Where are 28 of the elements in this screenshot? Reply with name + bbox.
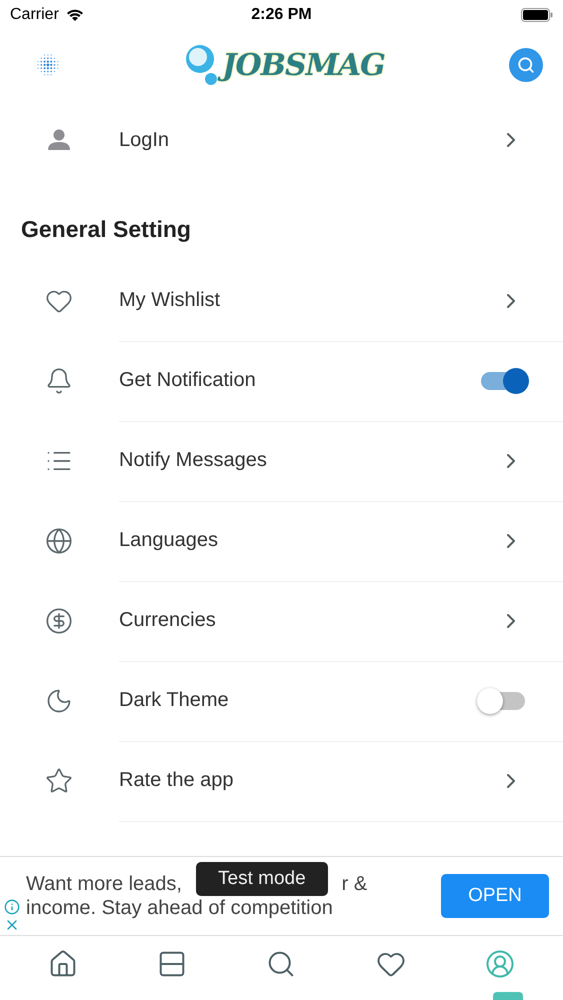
battery-icon [521, 8, 553, 22]
toast-message: Test mode [196, 862, 328, 896]
star-icon [44, 767, 72, 795]
setting-label[interactable]: Dark Theme [119, 689, 229, 712]
setting-label[interactable]: Currencies [119, 609, 216, 632]
moon-icon [44, 687, 72, 715]
ad-text: r & [342, 872, 368, 896]
ad-text: income. Stay ahead of competition [26, 896, 334, 920]
section-title: General Setting [20, 215, 192, 244]
setting-label[interactable]: Languages [119, 529, 218, 552]
search-icon [516, 56, 535, 74]
setting-label[interactable]: My Wishlist [119, 289, 220, 312]
search-button[interactable] [508, 48, 543, 82]
dollar-icon [44, 607, 72, 635]
carrier-name: Carrier [10, 6, 59, 24]
status-time: 2:26 PM [251, 6, 312, 24]
bell-icon [44, 367, 72, 395]
globe-icon [44, 527, 72, 555]
app-logo: JOBSMAG [184, 43, 385, 87]
setting-label[interactable]: Get Notification [119, 369, 256, 392]
login-label[interactable]: LogIn [119, 128, 170, 152]
ad-text: Want more leads, [26, 872, 182, 896]
setting-label[interactable]: Rate the app [119, 769, 234, 792]
tab-indicator [493, 992, 523, 1000]
person-icon [46, 129, 70, 151]
wifi-icon [64, 8, 85, 22]
info-icon[interactable] [4, 899, 20, 915]
setting-label[interactable]: Notify Messages [119, 449, 267, 472]
